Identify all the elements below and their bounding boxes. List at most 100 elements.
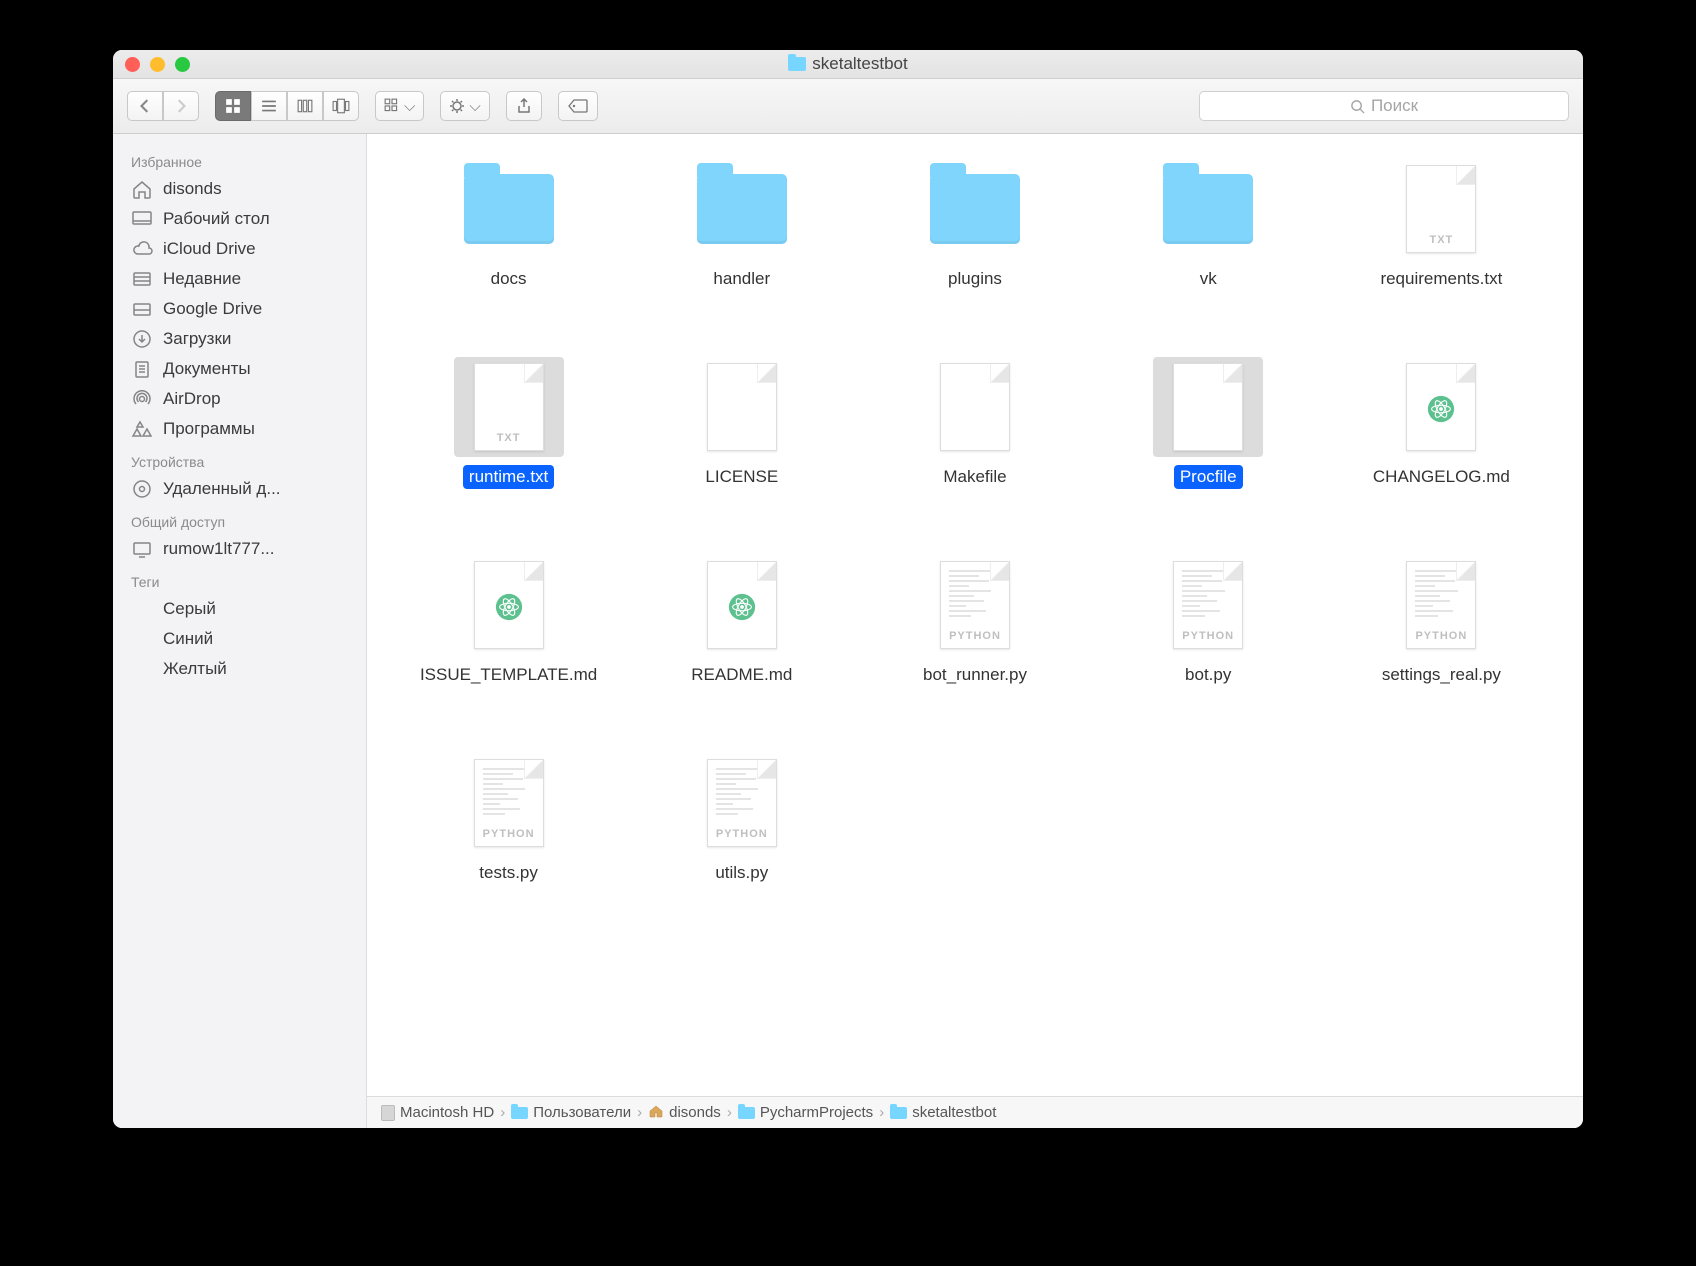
file-label: runtime.txt — [463, 465, 554, 489]
sidebar-item-label: Рабочий стол — [163, 209, 270, 229]
sidebar-item-label: Загрузки — [163, 329, 231, 349]
documents-icon — [131, 359, 153, 379]
file-label: Makefile — [937, 465, 1012, 489]
file-icon: TXT — [1386, 159, 1496, 259]
file-label: requirements.txt — [1374, 267, 1508, 291]
sidebar-item-удаленный-д-[interactable]: Удаленный д... — [113, 474, 366, 504]
coverflow-view-button[interactable] — [323, 91, 359, 121]
sidebar-item-label: Серый — [163, 599, 216, 619]
sidebar-item-icloud-drive[interactable]: iCloud Drive — [113, 234, 366, 264]
sidebar-item-рабочий-стол[interactable]: Рабочий стол — [113, 204, 366, 234]
tags-button[interactable] — [558, 91, 598, 121]
sidebar-item-airdrop[interactable]: AirDrop — [113, 384, 366, 414]
file-item[interactable]: Procfile — [1108, 357, 1308, 537]
downloads-icon — [131, 329, 153, 349]
close-button[interactable] — [125, 57, 140, 72]
path-label: Пользователи — [533, 1104, 631, 1121]
file-item[interactable]: PYTHONbot.py — [1108, 555, 1308, 735]
sidebar-item-загрузки[interactable]: Загрузки — [113, 324, 366, 354]
zoom-button[interactable] — [175, 57, 190, 72]
chevron-right-icon: › — [727, 1104, 732, 1121]
sidebar-item-недавние[interactable]: Недавние — [113, 264, 366, 294]
file-item[interactable]: PYTHONbot_runner.py — [875, 555, 1075, 735]
column-view-button[interactable] — [287, 91, 323, 121]
file-grid[interactable]: docshandlerpluginsvkTXTrequirements.txtT… — [367, 134, 1583, 1096]
sidebar-item-google-drive[interactable]: Google Drive — [113, 294, 366, 324]
cloud-icon — [131, 239, 153, 259]
file-item[interactable]: PYTHONutils.py — [642, 753, 842, 933]
file-icon: PYTHON — [454, 753, 564, 853]
sidebar-item-label: Программы — [163, 419, 255, 439]
sidebar-item-программы[interactable]: Программы — [113, 414, 366, 444]
sidebar-heading: Избранное — [113, 144, 366, 174]
file-item[interactable]: docs — [409, 159, 609, 339]
folder-icon — [687, 159, 797, 259]
chevron-right-icon: › — [879, 1104, 884, 1121]
file-item[interactable]: plugins — [875, 159, 1075, 339]
sidebar-item-label: Документы — [163, 359, 251, 379]
file-label: LICENSE — [699, 465, 784, 489]
file-label: CHANGELOG.md — [1367, 465, 1516, 489]
file-item[interactable]: Makefile — [875, 357, 1075, 537]
tag-icon — [131, 659, 153, 679]
icon-view-button[interactable] — [215, 91, 251, 121]
file-icon — [687, 357, 797, 457]
path-segment[interactable]: disonds — [648, 1103, 721, 1123]
chevron-right-icon: › — [637, 1104, 642, 1121]
file-item[interactable]: PYTHON tests.py — [409, 753, 609, 933]
nav-buttons — [127, 91, 199, 121]
file-item[interactable]: handler — [642, 159, 842, 339]
minimize-button[interactable] — [150, 57, 165, 72]
sidebar-heading: Устройства — [113, 444, 366, 474]
home-icon — [131, 179, 153, 199]
path-label: PycharmProjects — [760, 1104, 873, 1121]
search-placeholder: Поиск — [1371, 96, 1418, 116]
path-segment[interactable]: PycharmProjects — [738, 1104, 873, 1121]
arrange-button[interactable]: ⌵ — [375, 91, 424, 121]
file-item[interactable]: README.md — [642, 555, 842, 735]
file-item[interactable]: LICENSE — [642, 357, 842, 537]
file-icon: PYTHON — [1153, 555, 1263, 655]
folder-icon — [788, 57, 806, 71]
sidebar-item-disonds[interactable]: disonds — [113, 174, 366, 204]
file-item[interactable]: vk — [1108, 159, 1308, 339]
sidebar-item-label: Синий — [163, 629, 213, 649]
sidebar-item-label: AirDrop — [163, 389, 221, 409]
titlebar: sketaltestbot — [113, 50, 1583, 79]
folder-icon — [920, 159, 1030, 259]
tag-icon — [131, 629, 153, 649]
path-segment[interactable]: Macintosh HD — [381, 1104, 494, 1121]
sidebar-item-синий[interactable]: Синий — [113, 624, 366, 654]
sidebar-item-желтый[interactable]: Желтый — [113, 654, 366, 684]
forward-button[interactable] — [163, 91, 199, 121]
file-label: bot_runner.py — [917, 663, 1033, 687]
file-item[interactable]: ISSUE_TEMPLATE.md — [409, 555, 609, 735]
file-label: plugins — [942, 267, 1008, 291]
sidebar-item-rumow1lt777-[interactable]: rumow1lt777... — [113, 534, 366, 564]
sidebar-item-label: disonds — [163, 179, 222, 199]
sidebar-item-серый[interactable]: Серый — [113, 594, 366, 624]
search-field[interactable]: Поиск — [1199, 91, 1569, 121]
sidebar-item-label: Желтый — [163, 659, 227, 679]
share-button[interactable] — [506, 91, 542, 121]
file-item[interactable]: CHANGELOG.md — [1341, 357, 1541, 537]
back-button[interactable] — [127, 91, 163, 121]
file-item[interactable]: PYTHONsettings_real.py — [1341, 555, 1541, 735]
file-label: vk — [1194, 267, 1223, 291]
file-icon: TXT — [454, 357, 564, 457]
file-label: tests.py — [473, 861, 544, 885]
file-item[interactable]: TXT requirements.txt — [1341, 159, 1541, 339]
sidebar-item-документы[interactable]: Документы — [113, 354, 366, 384]
path-segment[interactable]: Пользователи — [511, 1104, 631, 1121]
sidebar-item-label: Недавние — [163, 269, 241, 289]
file-label: ISSUE_TEMPLATE.md — [414, 663, 603, 687]
file-item[interactable]: TXT runtime.txt — [409, 357, 609, 537]
sidebar: Избранное disonds Рабочий стол iCloud Drive… — [113, 134, 367, 1128]
action-button[interactable]: ⌵ — [440, 91, 489, 121]
list-view-button[interactable] — [251, 91, 287, 121]
path-segment[interactable]: sketaltestbot — [890, 1104, 996, 1121]
view-buttons — [215, 91, 359, 121]
recent-icon — [131, 269, 153, 289]
folder-icon — [454, 159, 564, 259]
file-label: Procfile — [1174, 465, 1243, 489]
